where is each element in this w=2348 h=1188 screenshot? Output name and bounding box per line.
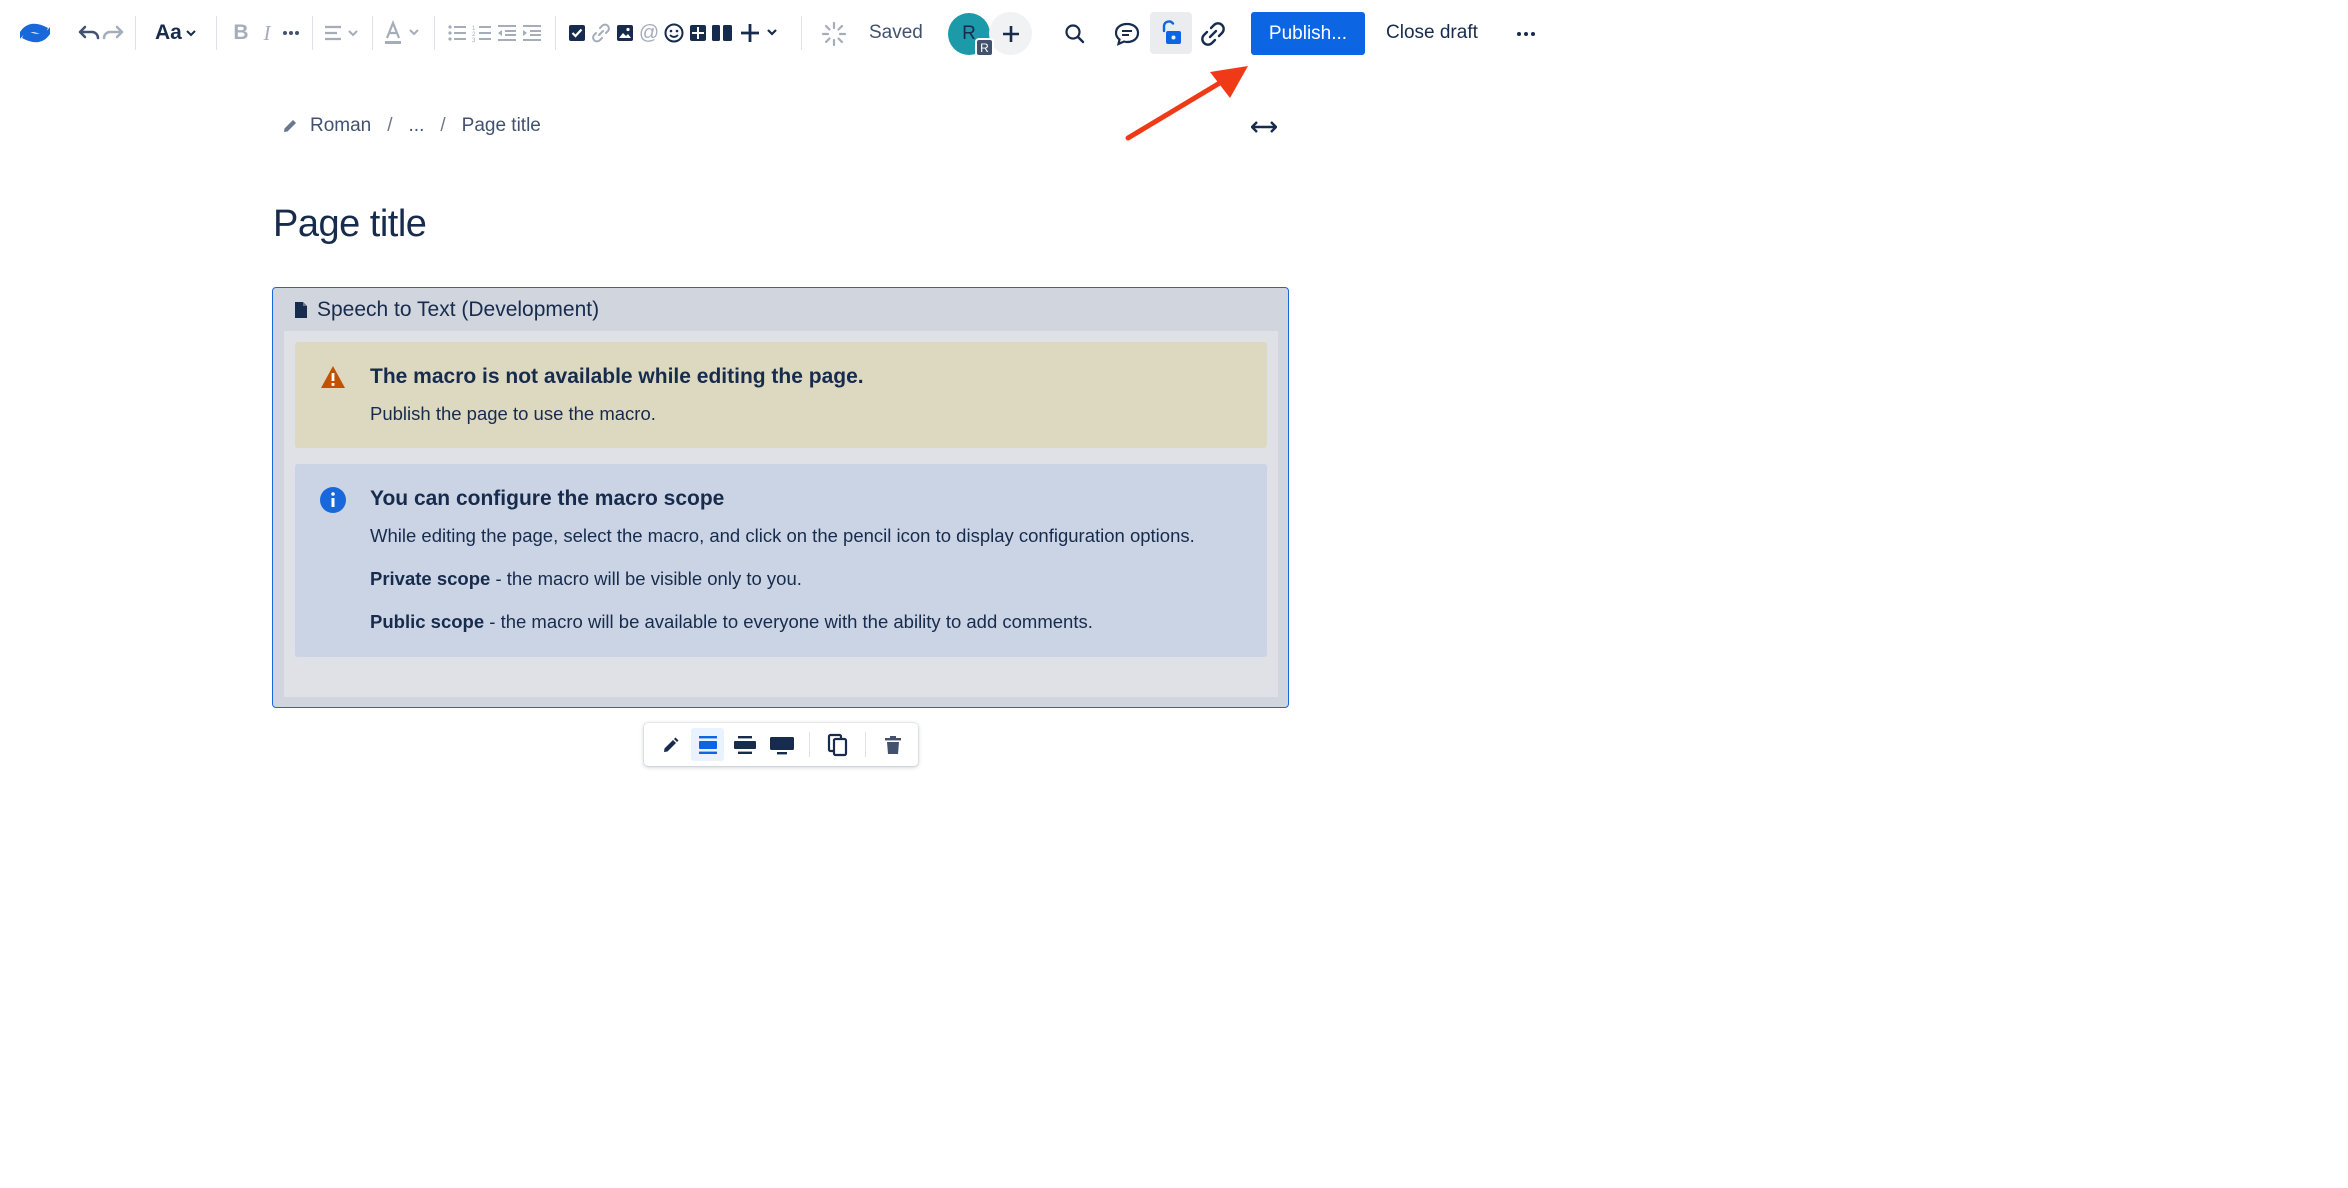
public-scope-description: - the macro will be available to everyon… [484, 611, 1093, 632]
warning-icon [321, 366, 345, 388]
public-scope-text: Public scope - the macro will be availab… [370, 611, 1093, 633]
edit-macro-button[interactable] [654, 728, 687, 761]
macro-name: Speech to Text (Development) [317, 298, 600, 321]
avatar-initial: R [962, 23, 976, 44]
toolbar-divider [555, 16, 556, 50]
undo-icon[interactable] [76, 20, 102, 46]
info-panel: You can configure the macro scope While … [295, 464, 1267, 657]
full-width-layout-icon [769, 736, 794, 754]
numbered-list-icon[interactable]: 123 [471, 21, 493, 45]
table-icon[interactable] [687, 22, 709, 44]
unlock-icon [1156, 18, 1186, 48]
macro-body: The macro is not available while editing… [284, 331, 1278, 697]
text-style-label: Aa [155, 21, 182, 44]
mention-icon[interactable]: @ [638, 21, 660, 45]
plus-icon [1002, 25, 1019, 42]
saved-status: Saved [869, 22, 923, 43]
macro-header: Speech to Text (Development) [293, 298, 599, 322]
text-color-icon[interactable] [381, 18, 423, 48]
page-title[interactable]: Page title [273, 203, 427, 246]
link-icon[interactable] [590, 22, 612, 44]
warning-title: The macro is not available while editing… [370, 365, 864, 388]
delete-macro-button[interactable] [876, 728, 909, 761]
toolbar-divider [372, 16, 373, 50]
outdent-icon[interactable] [496, 21, 518, 45]
macro-floating-toolbar [644, 723, 918, 766]
breadcrumb-item-space[interactable]: Roman [310, 115, 371, 137]
breadcrumb-separator: / [387, 115, 393, 136]
info-icon [320, 487, 346, 513]
toolbar-divider [434, 16, 435, 50]
saving-spinner-icon [820, 20, 848, 48]
info-title: You can configure the macro scope [370, 487, 725, 510]
copy-link-icon[interactable] [1199, 20, 1227, 48]
warning-panel: The macro is not available while editing… [295, 342, 1267, 448]
avatar-badge: R [975, 38, 994, 57]
invite-collaborator-button[interactable] [989, 12, 1032, 55]
annotation-arrow-icon [1125, 66, 1248, 141]
insert-more-icon[interactable] [737, 19, 781, 47]
private-scope-label: Private scope [370, 568, 491, 589]
bullet-list-icon[interactable] [446, 21, 468, 45]
layout-columns-icon[interactable] [710, 22, 734, 44]
warning-text: Publish the page to use the macro. [370, 403, 656, 424]
layout-wide-button[interactable] [728, 728, 761, 761]
comment-icon[interactable] [1113, 20, 1141, 48]
document-icon [295, 302, 307, 318]
wide-layout-icon [733, 735, 756, 754]
copy-macro-button[interactable] [821, 728, 854, 761]
breadcrumb-separator: / [440, 115, 446, 136]
trash-icon [884, 735, 901, 754]
publish-button[interactable]: Publish... [1251, 12, 1365, 55]
layout-full-width-button[interactable] [765, 728, 798, 761]
task-checkbox-icon[interactable] [566, 22, 588, 44]
more-formatting-icon[interactable] [279, 20, 303, 46]
copy-icon [827, 733, 847, 756]
private-scope-description: - the macro will be visible only to you. [490, 568, 802, 589]
align-left-icon[interactable] [322, 20, 362, 46]
layout-center-button[interactable] [691, 728, 724, 761]
redo-icon[interactable] [100, 20, 126, 46]
emoji-icon[interactable] [662, 21, 686, 45]
pencil-icon [663, 737, 678, 752]
toolbar-divider [135, 16, 136, 50]
chevron-down-icon [186, 30, 196, 37]
breadcrumb-item-ellipsis[interactable]: ... [409, 115, 425, 137]
breadcrumb-item-page[interactable]: Page title [462, 115, 541, 137]
expand-width-icon[interactable] [1250, 116, 1278, 138]
confluence-logo-icon[interactable] [16, 14, 54, 52]
toolbar-divider [312, 16, 313, 50]
indent-icon[interactable] [521, 21, 543, 45]
bold-icon[interactable]: B [229, 20, 253, 46]
toolbar-divider [801, 16, 802, 50]
private-scope-text: Private scope - the macro will be visibl… [370, 568, 802, 590]
toolbar-divider [865, 732, 866, 757]
pencil-icon [284, 120, 296, 132]
public-scope-label: Public scope [370, 611, 485, 632]
image-icon[interactable] [614, 22, 636, 44]
breadcrumb: Roman / ... / Page title [281, 115, 541, 137]
toolbar-divider [216, 16, 217, 50]
close-draft-button[interactable]: Close draft [1386, 22, 1478, 44]
svg-text:3: 3 [472, 38, 476, 42]
italic-icon[interactable]: I [255, 20, 279, 46]
search-icon[interactable] [1062, 21, 1088, 47]
align-center-layout-icon [698, 735, 717, 754]
macro-container[interactable]: Speech to Text (Development) The macro i… [272, 287, 1289, 708]
text-style-dropdown[interactable]: Aa [155, 21, 198, 45]
toolbar-divider [809, 732, 810, 757]
info-text: While editing the page, select the macro… [370, 525, 1195, 546]
more-actions-icon[interactable] [1512, 20, 1540, 48]
